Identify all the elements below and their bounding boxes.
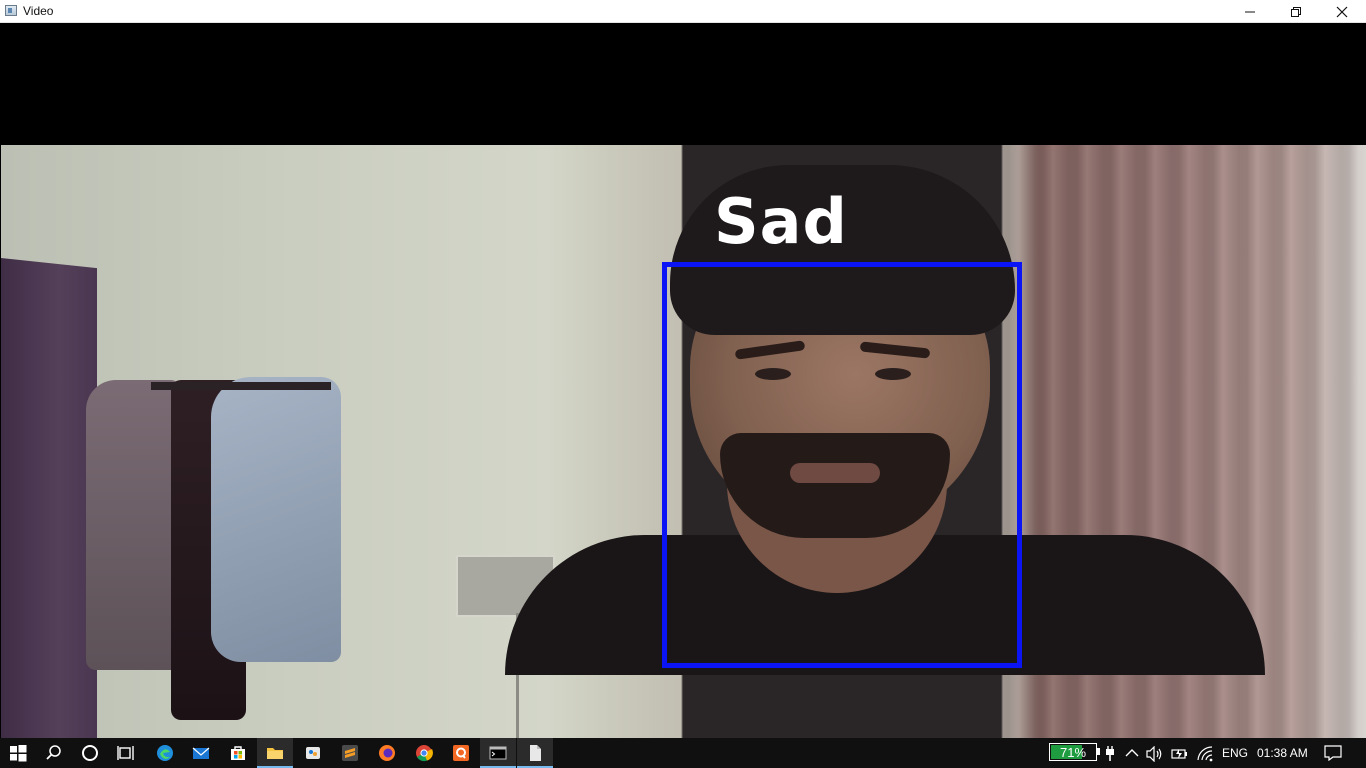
document-icon — [530, 745, 541, 761]
taskbar-app-file-explorer[interactable] — [257, 738, 293, 768]
taskbar-app-firefox[interactable] — [369, 738, 405, 768]
sublime-icon — [342, 745, 358, 761]
taskbar-app-q[interactable] — [443, 738, 479, 768]
search-icon — [46, 745, 61, 760]
language-indicator[interactable]: ENG — [1222, 746, 1248, 760]
title-bar: Video — [0, 0, 1366, 23]
search-button[interactable] — [36, 738, 72, 768]
restore-button[interactable] — [1273, 0, 1319, 23]
mail-icon — [192, 747, 210, 759]
notification-icon[interactable] — [1324, 745, 1342, 761]
taskbar-app-mail[interactable] — [183, 738, 219, 768]
battery-indicator[interactable]: 71% — [1049, 743, 1097, 761]
volume-icon[interactable] — [1146, 746, 1164, 762]
store-icon — [231, 746, 245, 760]
firefox-icon — [379, 745, 395, 761]
clothes-hanger — [151, 382, 331, 390]
face-detection-box — [662, 262, 1022, 668]
clock[interactable]: 01:38 AM — [1257, 746, 1308, 760]
cortana-button[interactable] — [72, 738, 108, 768]
video-area: Sad — [0, 23, 1366, 738]
taskbar: 71% ENG 01:38 AM — [0, 738, 1366, 768]
cortana-icon — [82, 745, 98, 761]
start-icon — [10, 745, 27, 762]
hanging-jacket — [211, 377, 341, 662]
close-icon — [1336, 6, 1348, 18]
edge-icon — [157, 745, 173, 761]
task-view-button[interactable] — [108, 738, 144, 768]
emotion-label: Sad — [714, 185, 848, 258]
taskbar-app-sublime[interactable] — [332, 738, 368, 768]
hanging-cloth — [86, 380, 181, 670]
taskbar-app-chrome[interactable] — [406, 738, 442, 768]
taskbar-app-store[interactable] — [220, 738, 256, 768]
minimize-icon — [1245, 11, 1255, 13]
chevron-up-icon[interactable] — [1125, 748, 1139, 758]
window-title: Video — [23, 4, 54, 18]
file-explorer-icon — [267, 748, 283, 759]
minimize-button[interactable] — [1227, 0, 1273, 23]
close-button[interactable] — [1319, 0, 1365, 23]
battery-percent: 71% — [1059, 745, 1087, 760]
restore-icon — [1291, 7, 1301, 17]
power-plug-icon[interactable] — [1104, 746, 1116, 762]
command-prompt-icon — [489, 746, 507, 760]
start-button[interactable] — [0, 738, 36, 768]
wardrobe — [1, 258, 97, 738]
battery-tip — [1097, 748, 1100, 755]
taskbar-app-command-prompt[interactable] — [480, 738, 516, 768]
taskbar-app-edge[interactable] — [147, 738, 183, 768]
app-window-icon — [5, 5, 17, 16]
wifi-icon[interactable] — [1197, 746, 1213, 762]
battery-tray-icon[interactable] — [1171, 746, 1189, 762]
taskbar-app-document[interactable] — [517, 738, 553, 768]
task-view-icon — [117, 746, 134, 760]
chrome-icon — [416, 745, 433, 762]
q-app-icon — [453, 745, 469, 761]
paint-icon — [306, 747, 320, 759]
taskbar-app-paint[interactable] — [295, 738, 331, 768]
